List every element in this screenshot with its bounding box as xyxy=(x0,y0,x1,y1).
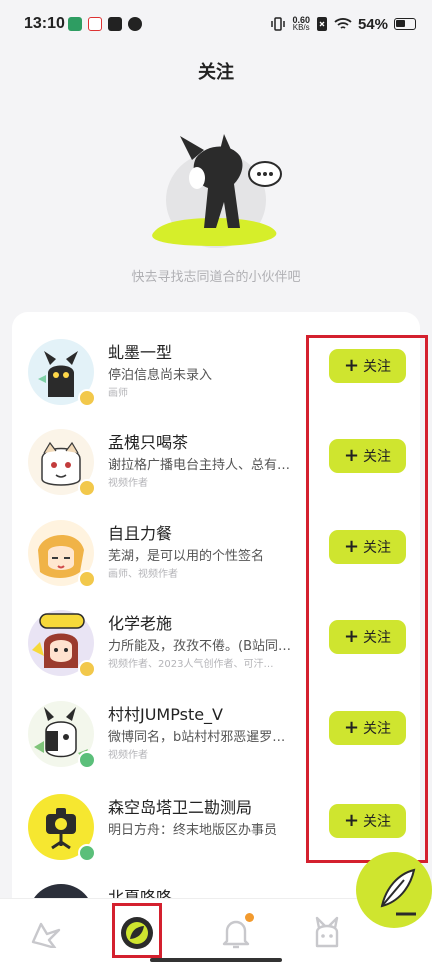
user-bio: 力所能及，孜孜不倦。(B站同… xyxy=(108,639,291,654)
nav-notifications[interactable] xyxy=(212,909,260,957)
user-tags: 视频作者、2023人气创作者、可汗… xyxy=(108,659,274,670)
page-title: 关注 xyxy=(198,62,234,83)
app-notification-icon xyxy=(68,17,82,31)
verified-badge xyxy=(78,570,96,588)
mail-icon xyxy=(108,17,122,31)
verified-badge xyxy=(78,844,96,862)
user-name[interactable]: 森空岛塔卫二勘测局 xyxy=(108,794,252,818)
empty-state-illustration xyxy=(152,134,282,248)
notification-dot xyxy=(245,913,254,922)
feather-pen-icon xyxy=(380,868,416,916)
verified-badge xyxy=(78,389,96,407)
notification-icon xyxy=(222,920,250,949)
user-name[interactable]: 孟槐只喝茶 xyxy=(108,429,188,453)
user-name[interactable]: 自且力餐 xyxy=(108,520,172,544)
user-tags: 画师 xyxy=(108,388,128,399)
follow-buttons-highlight xyxy=(306,335,428,863)
net-speed-unit: KB/s xyxy=(292,23,310,32)
verified-badge xyxy=(78,660,96,678)
home-icon xyxy=(31,922,61,948)
user-tags: 视频作者 xyxy=(108,750,148,761)
user-name[interactable]: 虬墨一型 xyxy=(108,339,172,363)
user-bio: 微博同名，b站村村邪恶暹罗… xyxy=(108,730,286,745)
nav-home[interactable] xyxy=(22,909,70,957)
user-bio: 停泊信息尚未录入 xyxy=(108,368,213,383)
home-indicator xyxy=(150,958,282,962)
user-bio: 谢拉格广播电台主持人、总有… xyxy=(108,458,291,473)
app-notification-icon xyxy=(88,17,102,31)
battery-percent: 54% xyxy=(357,15,388,33)
user-tags: 视频作者 xyxy=(108,478,148,489)
user-bio: 明日方舟：终末地版区办事员 xyxy=(108,823,278,838)
link-icon xyxy=(128,17,142,31)
compose-button[interactable] xyxy=(356,852,432,928)
wifi-icon xyxy=(334,18,352,29)
verified-badge xyxy=(78,479,96,497)
user-tags: 画师、视频作者 xyxy=(108,569,178,580)
net-speed: 0.60 KB/s xyxy=(292,16,310,32)
profile-icon xyxy=(315,916,339,948)
status-time: 13:10 xyxy=(24,15,65,32)
status-bar: 13:10 0.60 KB/s 54% xyxy=(0,0,432,48)
status-right: 0.60 KB/s 54% xyxy=(270,14,416,34)
user-name[interactable]: 化学老施 xyxy=(108,610,172,634)
vibrate-icon xyxy=(271,17,286,31)
user-bio: 芜湖，是可以用的个性签名 xyxy=(108,549,265,564)
empty-state-hint: 快去寻找志同道合的小伙伴吧 xyxy=(131,270,301,285)
no-sim-icon xyxy=(316,17,327,31)
follow-tab-highlight xyxy=(112,903,162,958)
battery-icon xyxy=(394,18,416,30)
verified-badge xyxy=(78,751,96,769)
nav-profile[interactable] xyxy=(303,909,351,957)
user-name[interactable]: 村村JUMPste_V xyxy=(108,701,223,725)
